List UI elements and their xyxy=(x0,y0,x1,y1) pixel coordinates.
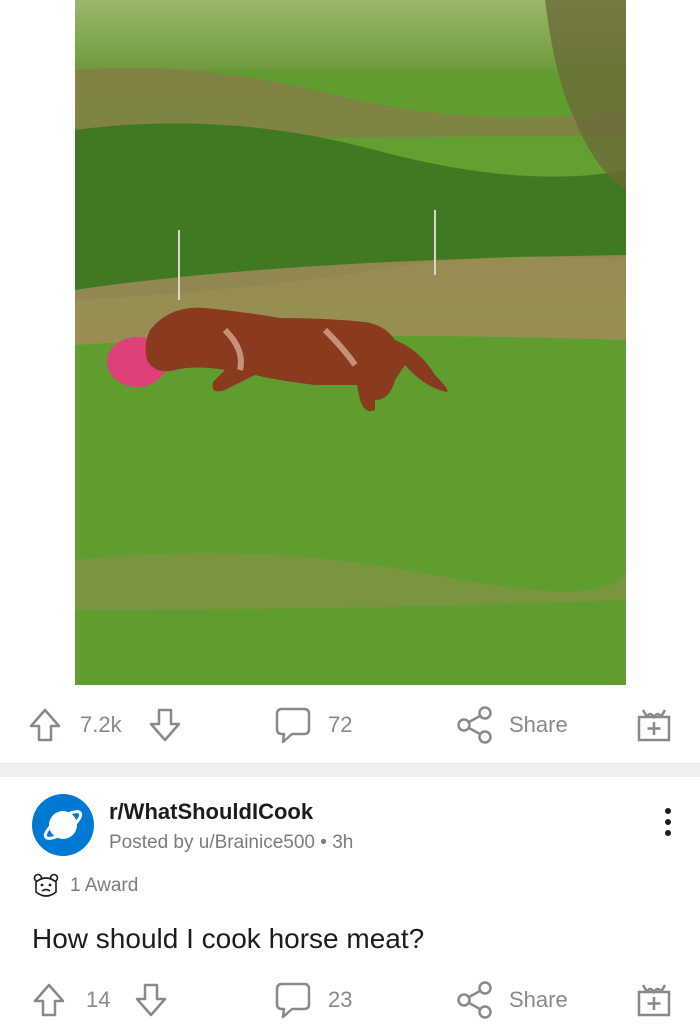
post-awards[interactable]: 1 Award xyxy=(32,871,138,901)
subreddit-avatar[interactable] xyxy=(32,794,94,856)
subreddit-name[interactable]: r/WhatShouldICook xyxy=(109,799,313,825)
upvote-button[interactable] xyxy=(28,695,62,755)
downvote-icon xyxy=(149,708,181,742)
upvote-count-label: 7.2k xyxy=(80,712,122,737)
award-gift-button[interactable] xyxy=(636,970,672,1030)
award-bear-icon xyxy=(33,873,59,897)
share-label: Share xyxy=(509,712,568,737)
comments-button[interactable]: 23 xyxy=(274,970,352,1030)
overflow-menu-dot xyxy=(665,819,671,825)
post2-action-bar: 14 23 Share xyxy=(0,970,700,1030)
comment-count: 23 xyxy=(328,987,353,1012)
post1-action-bar: 7.2k 72 Share xyxy=(0,695,700,755)
horse-video-thumbnail xyxy=(75,0,626,685)
meta-separator: • xyxy=(320,832,333,853)
post-meta: Posted by u/Brainice500 • 3h xyxy=(109,832,353,854)
post-divider xyxy=(0,763,700,777)
downvote-button[interactable] xyxy=(148,695,182,755)
comments-button[interactable]: 72 xyxy=(274,695,352,755)
post-title[interactable]: How should I cook horse meat? xyxy=(32,923,424,955)
overflow-menu-button[interactable] xyxy=(656,806,680,838)
upvote-button[interactable] xyxy=(32,970,66,1030)
share-button[interactable]: Share xyxy=(456,970,568,1030)
upvote-icon xyxy=(29,708,61,742)
comment-icon xyxy=(275,982,311,1019)
upvote-icon xyxy=(33,983,65,1017)
share-icon xyxy=(457,981,492,1019)
overflow-menu-dot xyxy=(665,830,671,836)
share-button[interactable]: Share xyxy=(456,695,568,755)
upvote-count: 7.2k xyxy=(80,695,122,755)
posted-by-link[interactable]: Posted by u/Brainice500 xyxy=(109,832,315,853)
comment-icon xyxy=(275,707,311,744)
downvote-button[interactable] xyxy=(134,970,168,1030)
overflow-menu-icon xyxy=(665,808,671,814)
gift-award-icon xyxy=(637,709,671,742)
comment-count: 72 xyxy=(328,712,353,737)
share-icon xyxy=(457,706,492,744)
post-age: 3h xyxy=(332,832,354,853)
gift-award-icon xyxy=(637,984,671,1017)
award-gift-button[interactable] xyxy=(636,695,672,755)
award-count: 1 Award xyxy=(70,875,139,896)
planet-icon xyxy=(43,810,83,840)
upvote-count: 14 xyxy=(86,970,110,1030)
upvote-count-label: 14 xyxy=(86,987,111,1012)
downvote-icon xyxy=(135,983,167,1017)
post-media[interactable] xyxy=(75,0,626,685)
share-label: Share xyxy=(509,987,568,1012)
